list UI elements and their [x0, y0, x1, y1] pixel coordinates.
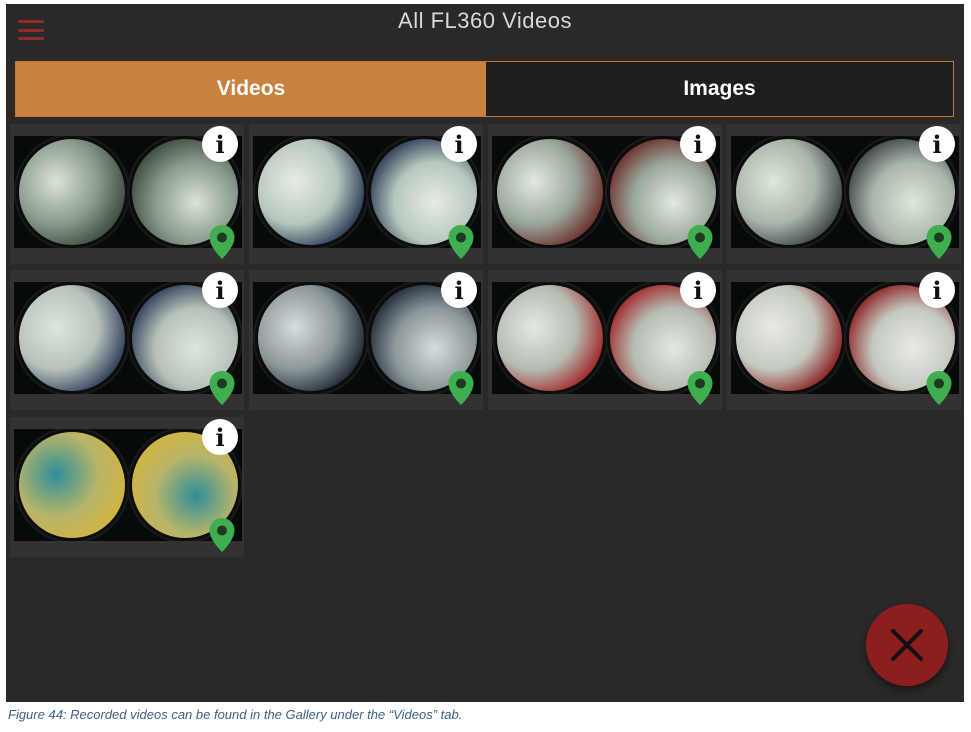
info-icon[interactable]: i — [441, 126, 477, 162]
gallery-screen: All FL360 Videos Videos Images i i i i i i i i i — [6, 4, 964, 702]
figure-caption: Figure 44: Recorded videos can be found … — [8, 707, 463, 722]
video-thumbnail[interactable]: i — [10, 124, 244, 264]
video-thumbnail[interactable]: i — [488, 270, 722, 410]
location-pin-icon[interactable] — [925, 370, 953, 406]
location-pin-icon[interactable] — [447, 224, 475, 260]
fisheye-lens-view — [497, 285, 603, 391]
fisheye-lens-view — [258, 139, 364, 245]
info-icon[interactable]: i — [919, 272, 955, 308]
location-pin-icon[interactable] — [208, 517, 236, 553]
video-thumbnail[interactable]: i — [249, 124, 483, 264]
close-button[interactable] — [866, 604, 948, 686]
fisheye-lens-view — [19, 139, 125, 245]
video-thumbnail[interactable]: i — [249, 270, 483, 410]
info-icon[interactable]: i — [680, 272, 716, 308]
fisheye-lens-view — [258, 285, 364, 391]
location-pin-icon[interactable] — [925, 224, 953, 260]
info-icon[interactable]: i — [202, 126, 238, 162]
page-title: All FL360 Videos — [398, 8, 572, 33]
fisheye-lens-view — [736, 139, 842, 245]
location-pin-icon[interactable] — [208, 224, 236, 260]
tab-images[interactable]: Images — [486, 62, 953, 116]
video-thumbnail[interactable]: i — [488, 124, 722, 264]
info-icon[interactable]: i — [680, 126, 716, 162]
info-icon[interactable]: i — [441, 272, 477, 308]
video-thumbnail[interactable]: i — [10, 417, 244, 557]
close-icon — [891, 629, 923, 661]
fisheye-lens-view — [736, 285, 842, 391]
info-icon[interactable]: i — [202, 419, 238, 455]
fisheye-lens-view — [497, 139, 603, 245]
location-pin-icon[interactable] — [686, 224, 714, 260]
fisheye-lens-view — [19, 285, 125, 391]
tab-bar: Videos Images — [15, 61, 954, 117]
location-pin-icon[interactable] — [447, 370, 475, 406]
location-pin-icon[interactable] — [208, 370, 236, 406]
info-icon[interactable]: i — [919, 126, 955, 162]
location-pin-icon[interactable] — [686, 370, 714, 406]
video-thumbnail[interactable]: i — [10, 270, 244, 410]
video-thumbnail[interactable]: i — [727, 124, 961, 264]
video-thumbnail[interactable]: i — [727, 270, 961, 410]
tab-videos[interactable]: Videos — [16, 62, 486, 116]
info-icon[interactable]: i — [202, 272, 238, 308]
fisheye-lens-view — [19, 432, 125, 538]
